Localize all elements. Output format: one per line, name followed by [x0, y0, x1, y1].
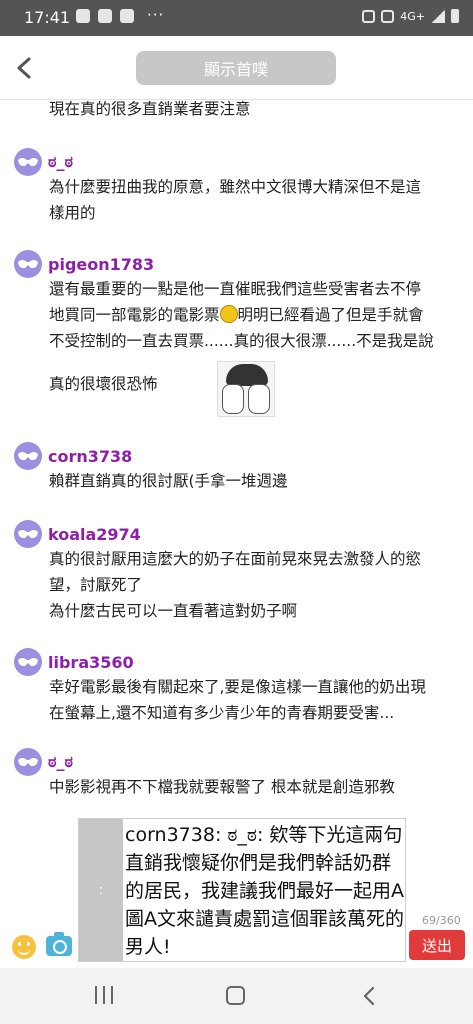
- username[interactable]: koala2974: [48, 525, 141, 544]
- message-line: 為什麼古民可以一直看著這對奶子啊: [49, 602, 298, 620]
- message-text: 真的很討厭用這麼大的奶子在面前晃來晃去激發人的慾 望，討厭死了 為什麼古民可以一…: [49, 546, 459, 624]
- avatar[interactable]: [14, 748, 42, 776]
- composer: : corn3738: ಠ_ಠ: 欸等下光這兩句直銷我懷疑你們是我們幹話奶群的居…: [0, 818, 473, 968]
- username[interactable]: ಠ_ಠ: [48, 752, 73, 772]
- message-line: 還有最重要的一點是他一直催眠我們這些受害者去不停: [49, 280, 422, 298]
- avatar[interactable]: [14, 520, 42, 548]
- response-input[interactable]: : corn3738: ಠ_ಠ: 欸等下光這兩句直銷我懷疑你們是我們幹話奶群的居…: [78, 818, 406, 962]
- message-line: 幸好電影最後有關起來了,要是像這樣一直讓他的奶出現: [49, 678, 426, 696]
- message-text: 中影影視再不下檔我就要報警了 根本就是創造邪教: [49, 774, 459, 800]
- message-header: corn3738: [14, 442, 132, 470]
- system-icons: 4G+: [362, 9, 459, 23]
- message-line: 望，討厭死了: [49, 576, 143, 594]
- send-button[interactable]: 送出: [409, 930, 465, 960]
- bar: [111, 986, 113, 1004]
- message-line: 不受控制的一直去買票......真的很大很漂......不是我是說: [49, 332, 434, 350]
- message-text: 現在真的很多直銷業者要注意: [49, 100, 459, 122]
- status-time: 17:41: [24, 8, 71, 27]
- message-line: 現在真的很多直銷業者要注意: [49, 100, 251, 118]
- message-line-part: 地買同一部電影的電影票: [49, 306, 220, 324]
- username[interactable]: corn3738: [48, 447, 132, 466]
- alarm-icon: [362, 9, 376, 23]
- message-header: libra3560: [14, 648, 134, 676]
- message-line: 真的很討厭用這麼大的奶子在面前晃來晃去激發人的慾: [49, 550, 422, 568]
- home-icon[interactable]: [226, 986, 245, 1005]
- sticker-hand: [248, 384, 270, 414]
- message-text: 賴群直銷真的很討厭(手拿一堆週邊: [49, 468, 459, 494]
- avatar[interactable]: [14, 148, 42, 176]
- username[interactable]: ಠ_ಠ: [48, 152, 73, 172]
- response-input-text[interactable]: corn3738: ಠ_ಠ: 欸等下光這兩句直銷我懷疑你們是我們幹話奶群的居民，…: [125, 821, 405, 961]
- avatar[interactable]: [14, 250, 42, 278]
- chat-icon: [98, 9, 112, 23]
- avatar[interactable]: [14, 442, 42, 470]
- sticker-image[interactable]: [217, 361, 275, 417]
- message-line-part: 明明已經看過了但是手就會: [237, 306, 424, 324]
- bar: [95, 986, 97, 1004]
- notification-icons: [76, 9, 134, 23]
- message-line: 在螢幕上,還不知道有多少青少年的青春期要受害...: [49, 704, 395, 722]
- header: 顯示首噗: [0, 36, 473, 100]
- scared-emoji-icon: [219, 305, 238, 323]
- status-bar: 17:41 ··· 4G+: [0, 0, 473, 36]
- signal-icon: [431, 9, 445, 23]
- mask-icon: [18, 658, 38, 667]
- sticker-hair: [226, 364, 268, 386]
- message-text: 還有最重要的一點是他一直催眠我們這些受害者去不停 地買同一部電影的電影票 明明已經…: [49, 276, 459, 417]
- message-header: ಠ_ಠ: [14, 748, 73, 776]
- show-home-plurk-button[interactable]: 顯示首噗: [136, 51, 336, 85]
- message-line: 為什麼要扭曲我的原意，雖然中文很博大精深但不是這: [49, 178, 422, 196]
- message-line: 樣用的: [49, 204, 96, 222]
- mask-icon: [18, 158, 38, 167]
- qualifier-selector[interactable]: :: [79, 819, 123, 961]
- back-nav-icon[interactable]: [360, 986, 378, 1006]
- mask-icon: [18, 452, 38, 461]
- more-notifications-icon: ···: [147, 6, 165, 24]
- chevron-left-icon: [17, 57, 31, 79]
- back-button[interactable]: [10, 54, 38, 82]
- mask-icon: [18, 260, 38, 269]
- gallery-icon: [76, 9, 90, 23]
- sticker-hand: [222, 384, 244, 414]
- username[interactable]: pigeon1783: [48, 255, 154, 274]
- mask-icon: [18, 758, 38, 767]
- network-type: 4G+: [400, 9, 425, 23]
- message-line: 賴群直銷真的很討厭(手拿一堆週邊: [49, 472, 288, 490]
- camera-icon[interactable]: [46, 932, 72, 956]
- game-icon: [120, 9, 134, 23]
- message-text: 為什麼要扭曲我的原意，雖然中文很博大精深但不是這 樣用的: [49, 174, 459, 226]
- response-list[interactable]: 現在真的很多直銷業者要注意 ಠ_ಠ 為什麼要扭曲我的原意，雖然中文很博大精深但不…: [0, 100, 473, 818]
- emoji-icon[interactable]: [12, 935, 36, 959]
- system-nav-bar: [0, 968, 473, 1024]
- message-header: ಠ_ಠ: [14, 148, 73, 176]
- mute-icon: [381, 9, 395, 23]
- message-text: 幸好電影最後有關起來了,要是像這樣一直讓他的奶出現 在螢幕上,還不知道有多少青少…: [49, 674, 459, 726]
- message-header: koala2974: [14, 520, 141, 548]
- avatar[interactable]: [14, 648, 42, 676]
- message-line: 地買同一部電影的電影票 明明已經看過了但是手就會: [49, 302, 459, 328]
- message-header: pigeon1783: [14, 250, 154, 278]
- message-line: 中影影視再不下檔我就要報警了 根本就是創造邪教: [49, 778, 395, 796]
- username[interactable]: libra3560: [48, 653, 134, 672]
- bar: [103, 986, 105, 1004]
- mask-icon: [18, 530, 38, 539]
- recent-apps-icon[interactable]: [95, 986, 113, 1004]
- message-line-with-sticker: 真的很壞很恐怖: [49, 354, 459, 417]
- message-line-part: 真的很壞很恐怖: [49, 375, 158, 393]
- char-count: 69/360: [422, 914, 461, 927]
- battery-icon: [451, 9, 459, 23]
